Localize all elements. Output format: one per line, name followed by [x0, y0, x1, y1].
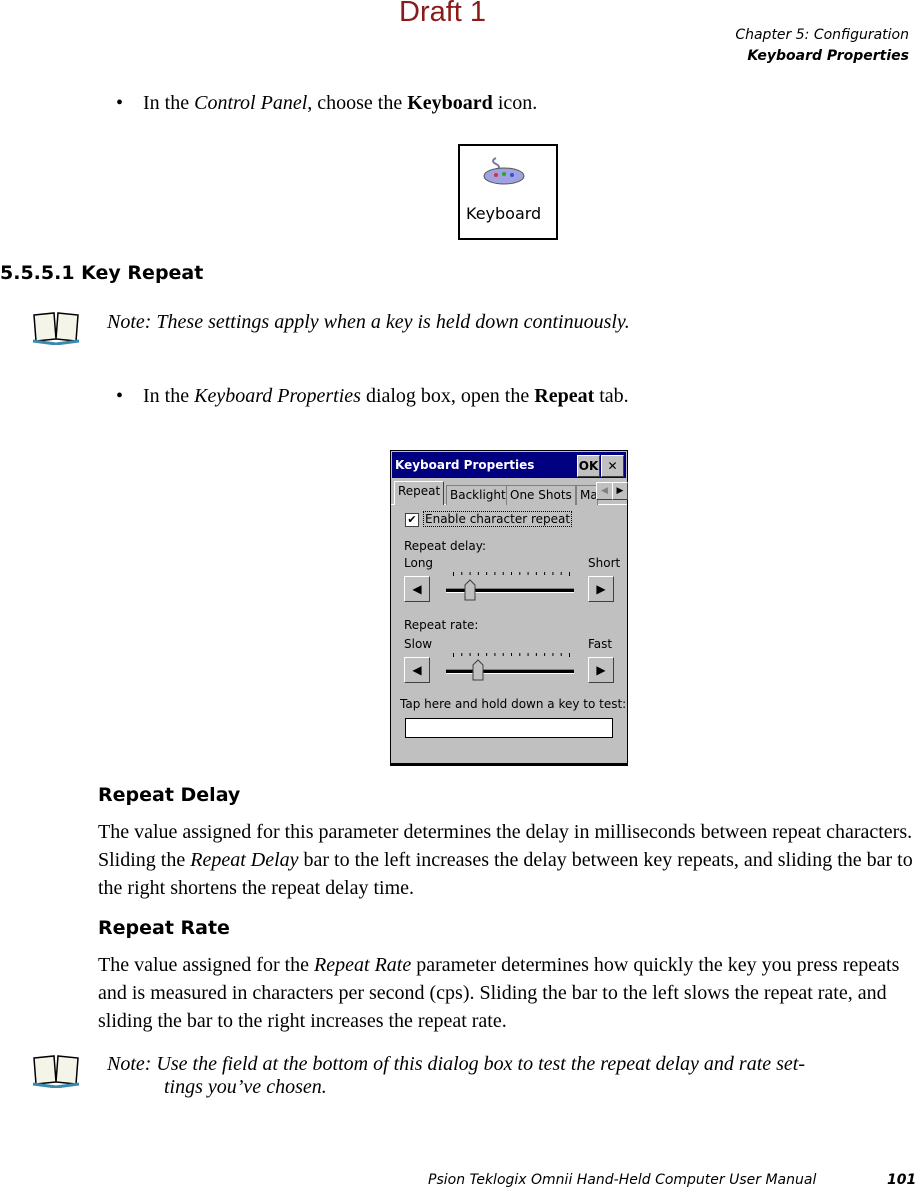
rate-slider-track[interactable] — [446, 669, 574, 674]
enable-repeat-checkbox[interactable]: ✔ — [405, 513, 419, 527]
keyboard-control-panel-icon: Keyboard — [458, 144, 558, 240]
rate-slow-label: Slow — [404, 637, 433, 651]
keyboard-properties-dialog: Keyboard Properties OK ✕ Repeat Backligh… — [390, 450, 628, 766]
tab-more[interactable]: Ma — [576, 485, 598, 505]
slider-tick — [527, 572, 529, 575]
note-test-field: Note: Use the field at the bottom of thi… — [107, 1053, 806, 1098]
slider-tick — [552, 572, 554, 575]
slider-tick — [486, 653, 488, 656]
tab-scroll-right-icon[interactable]: ▶ — [612, 482, 628, 500]
repeat-delay-text: The value assigned for this parameter de… — [98, 821, 913, 899]
repeat-delay-heading: Repeat Delay — [98, 784, 241, 806]
slider-tick — [519, 572, 521, 575]
rate-fast-label: Fast — [588, 637, 613, 651]
rate-increase-button[interactable]: ▶ — [588, 657, 614, 683]
delay-slider-thumb[interactable] — [464, 579, 476, 601]
slider-tick — [486, 572, 488, 575]
bullet-control-panel: • In the Control Panel, choose the Keybo… — [116, 92, 538, 114]
rate-slider-ticks — [453, 653, 570, 657]
tab-backlight[interactable]: Backlight — [446, 485, 510, 505]
ok-button[interactable]: OK — [577, 455, 600, 477]
slider-tick — [461, 653, 463, 656]
footer-manual-title: Psion Teklogix Omnii Hand-Held Computer … — [428, 1172, 817, 1188]
slider-tick — [552, 653, 554, 656]
draft-watermark: Draft 1 — [399, 0, 487, 28]
rate-decrease-button[interactable]: ◀ — [404, 657, 430, 683]
slider-tick — [461, 572, 463, 575]
slider-tick — [535, 572, 537, 575]
slider-tick — [544, 572, 546, 575]
test-field-label: Tap here and hold down a key to test: — [400, 697, 627, 711]
delay-decrease-button[interactable]: ◀ — [404, 576, 430, 602]
delay-long-label: Long — [404, 556, 434, 570]
slider-tick — [477, 653, 479, 656]
slider-tick — [560, 572, 562, 575]
slider-tick — [453, 653, 454, 657]
repeat-rate-label: Repeat rate: — [404, 618, 479, 632]
tab-one-shots[interactable]: One Shots — [506, 485, 576, 505]
slider-tick — [453, 572, 454, 576]
note-book-icon — [32, 1055, 80, 1088]
dialog-titlebar: Keyboard Properties OK ✕ — [392, 452, 626, 478]
close-button[interactable]: ✕ — [601, 455, 624, 477]
slider-tick — [469, 653, 471, 656]
note-book-icon — [32, 312, 80, 345]
repeat-rate-text: The value assigned for the Repeat Rate p… — [98, 954, 900, 1032]
slider-tick — [477, 572, 479, 575]
slider-tick — [544, 653, 546, 656]
slider-tick — [469, 572, 471, 575]
slider-tick — [511, 653, 512, 656]
slider-tick — [511, 572, 512, 575]
dialog-title: Keyboard Properties — [395, 458, 535, 472]
test-input[interactable] — [405, 718, 613, 738]
delay-increase-button[interactable]: ▶ — [588, 576, 614, 602]
page-number: 101 — [887, 1172, 917, 1188]
slider-tick — [519, 653, 521, 656]
repeat-delay-label: Repeat delay: — [404, 539, 487, 553]
slider-tick — [502, 572, 504, 575]
tab-repeat[interactable]: Repeat — [394, 481, 445, 505]
note-settings: Note: These settings apply when a key is… — [107, 311, 630, 333]
slider-tick — [560, 653, 562, 656]
header-chapter: Chapter 5: Configuration — [735, 27, 909, 43]
delay-short-label: Short — [588, 556, 621, 570]
section-heading: 5.5.5.1 Key Repeat — [0, 262, 204, 284]
slider-tick — [502, 653, 504, 656]
tab-scroll-left-icon[interactable]: ◀ — [596, 482, 613, 500]
enable-repeat-label[interactable]: Enable character repeat — [423, 511, 573, 527]
slider-tick — [569, 572, 570, 576]
slider-tick — [527, 653, 529, 656]
slider-tick — [535, 653, 537, 656]
bullet-repeat-tab: • In the Keyboard Properties dialog box,… — [116, 385, 629, 407]
rate-slider-thumb[interactable] — [472, 659, 484, 681]
slider-tick — [494, 653, 496, 656]
slider-tick — [494, 572, 496, 575]
keyboard-icon-label: Keyboard — [466, 204, 542, 223]
delay-slider-ticks — [453, 572, 570, 576]
slider-tick — [569, 653, 570, 657]
repeat-rate-heading: Repeat Rate — [98, 917, 230, 939]
header-section: Keyboard Properties — [747, 48, 909, 64]
manual-page: Draft 1 Chapter 5: Configuration Keyboar… — [0, 0, 917, 1190]
keyboard-icon — [483, 157, 525, 185]
